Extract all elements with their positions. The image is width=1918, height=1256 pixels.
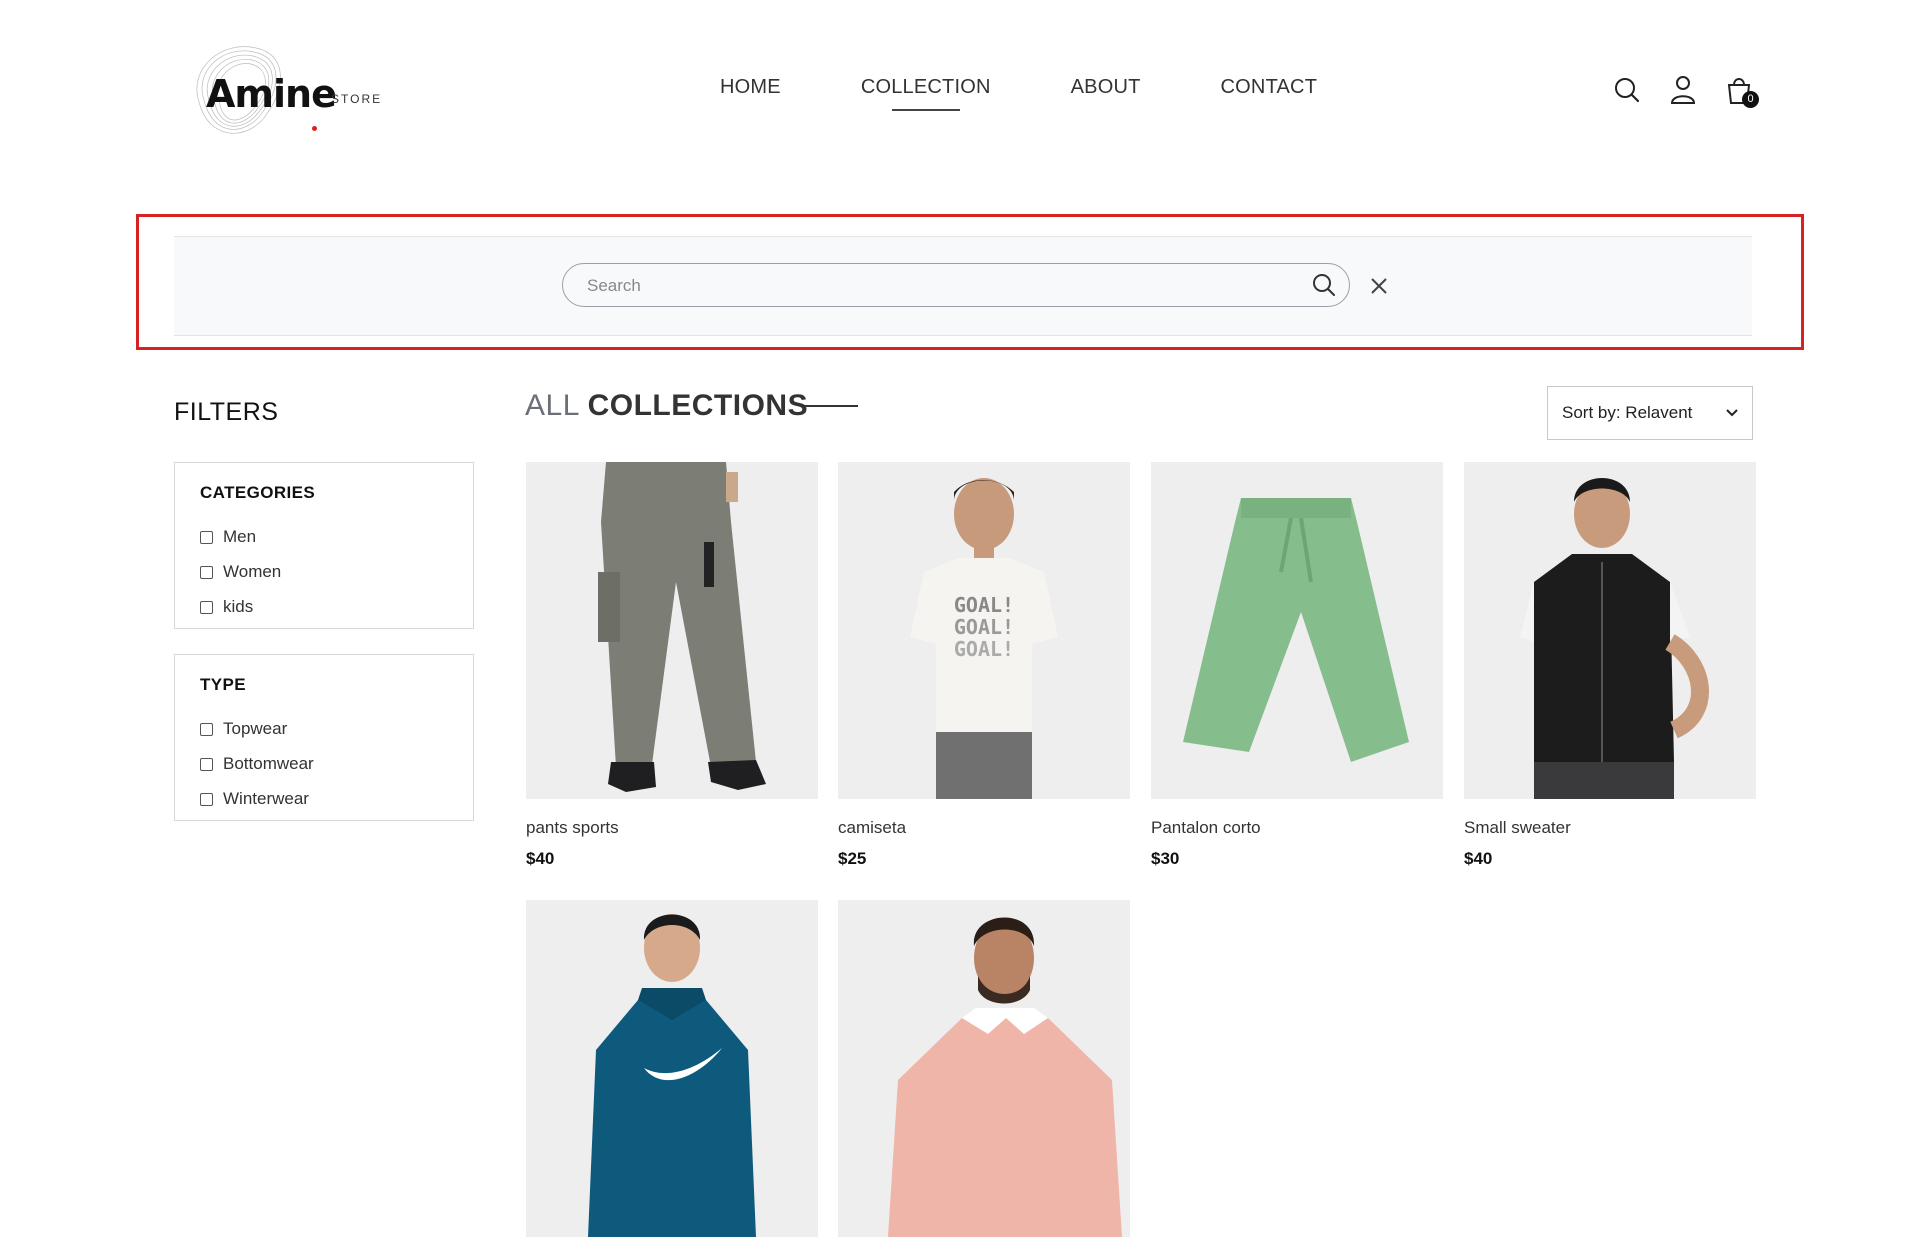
- filter-option-label: Men: [223, 527, 257, 546]
- filter-option-label: Topwear: [223, 719, 288, 738]
- product-card[interactable]: Pantalon corto $30: [1151, 462, 1443, 869]
- svg-text:GOAL!: GOAL!: [954, 637, 1014, 661]
- brand-logo[interactable]: Amine STORE: [184, 40, 394, 150]
- main-nav: HOME COLLECTION ABOUT CONTACT: [720, 76, 1397, 111]
- user-icon[interactable]: [1667, 74, 1699, 106]
- filter-option-label: Women: [223, 562, 282, 581]
- product-card[interactable]: pants sports $40: [526, 462, 818, 869]
- nav-collection[interactable]: COLLECTION: [861, 76, 991, 111]
- search-submit-icon[interactable]: [1311, 272, 1337, 298]
- brand-name: Amine: [206, 72, 337, 116]
- product-name[interactable]: Pantalon corto: [1151, 818, 1443, 838]
- product-image[interactable]: [838, 900, 1130, 1237]
- site-header: Amine STORE HOME COLLECTION ABOUT CONTAC…: [0, 0, 1918, 190]
- svg-text:GOAL!: GOAL!: [954, 593, 1014, 617]
- sort-label: Sort by: Relavent: [1562, 403, 1693, 422]
- filter-option-bottomwear[interactable]: Bottomwear: [200, 754, 314, 774]
- type-heading: TYPE: [200, 675, 247, 694]
- filter-option-label: Winterwear: [223, 789, 309, 808]
- filter-option-label: kids: [223, 597, 254, 616]
- product-price: $25: [838, 849, 867, 868]
- nav-contact[interactable]: CONTACT: [1221, 76, 1318, 99]
- checkbox[interactable]: [200, 600, 213, 614]
- product-price: $30: [1151, 849, 1180, 868]
- search-icon[interactable]: [1611, 74, 1643, 106]
- filter-option-men[interactable]: Men: [200, 527, 256, 547]
- product-name[interactable]: camiseta: [838, 818, 1130, 838]
- collections-title-bold: COLLECTIONS: [587, 389, 809, 422]
- product-image[interactable]: [1464, 462, 1756, 799]
- checkbox[interactable]: [200, 792, 213, 806]
- title-divider: [800, 405, 858, 407]
- cart-icon[interactable]: 0: [1723, 74, 1759, 108]
- nav-home[interactable]: HOME: [720, 76, 781, 99]
- filter-option-women[interactable]: Women: [200, 562, 281, 582]
- product-image[interactable]: GOAL! GOAL! GOAL!: [838, 462, 1130, 799]
- product-image[interactable]: [526, 900, 818, 1237]
- search-box: [562, 263, 1350, 307]
- product-image[interactable]: [1151, 462, 1443, 799]
- close-search-icon[interactable]: [1368, 275, 1390, 297]
- product-card[interactable]: [838, 900, 1130, 1256]
- checkbox[interactable]: [200, 530, 213, 544]
- svg-text:GOAL!: GOAL!: [954, 615, 1014, 639]
- brand-tagline: STORE: [331, 92, 383, 106]
- product-price: $40: [526, 849, 555, 868]
- product-price: $40: [1464, 849, 1493, 868]
- collections-title: ALL COLLECTIONS: [525, 389, 808, 423]
- checkbox[interactable]: [200, 565, 213, 579]
- filter-option-topwear[interactable]: Topwear: [200, 719, 287, 739]
- header-actions: 0: [1611, 74, 1759, 108]
- checkbox[interactable]: [200, 757, 213, 771]
- categories-filter: CATEGORIES Men Women kids: [174, 462, 474, 629]
- product-card[interactable]: [526, 900, 818, 1256]
- cart-count-badge: 0: [1742, 91, 1759, 108]
- collections-title-light: ALL: [525, 389, 579, 422]
- categories-heading: CATEGORIES: [200, 483, 316, 502]
- chevron-down-icon: [1726, 409, 1738, 417]
- product-image[interactable]: [526, 462, 818, 799]
- type-filter: TYPE Topwear Bottomwear Winterwear: [174, 654, 474, 821]
- nav-about[interactable]: ABOUT: [1071, 76, 1141, 99]
- filters-title[interactable]: FILTERS: [174, 398, 278, 427]
- search-input[interactable]: [585, 274, 1269, 298]
- product-card[interactable]: GOAL! GOAL! GOAL! camiseta $25: [838, 462, 1130, 869]
- product-name[interactable]: Small sweater: [1464, 818, 1756, 838]
- logo-dot: [312, 126, 317, 131]
- filter-option-kids[interactable]: kids: [200, 597, 253, 617]
- checkbox[interactable]: [200, 722, 213, 736]
- search-bar-section: [174, 236, 1752, 336]
- product-card[interactable]: Small sweater $40: [1464, 462, 1756, 869]
- product-name[interactable]: pants sports: [526, 818, 818, 838]
- filter-option-label: Bottomwear: [223, 754, 314, 773]
- sort-dropdown[interactable]: Sort by: Relavent: [1547, 386, 1753, 440]
- filter-option-winterwear[interactable]: Winterwear: [200, 789, 309, 809]
